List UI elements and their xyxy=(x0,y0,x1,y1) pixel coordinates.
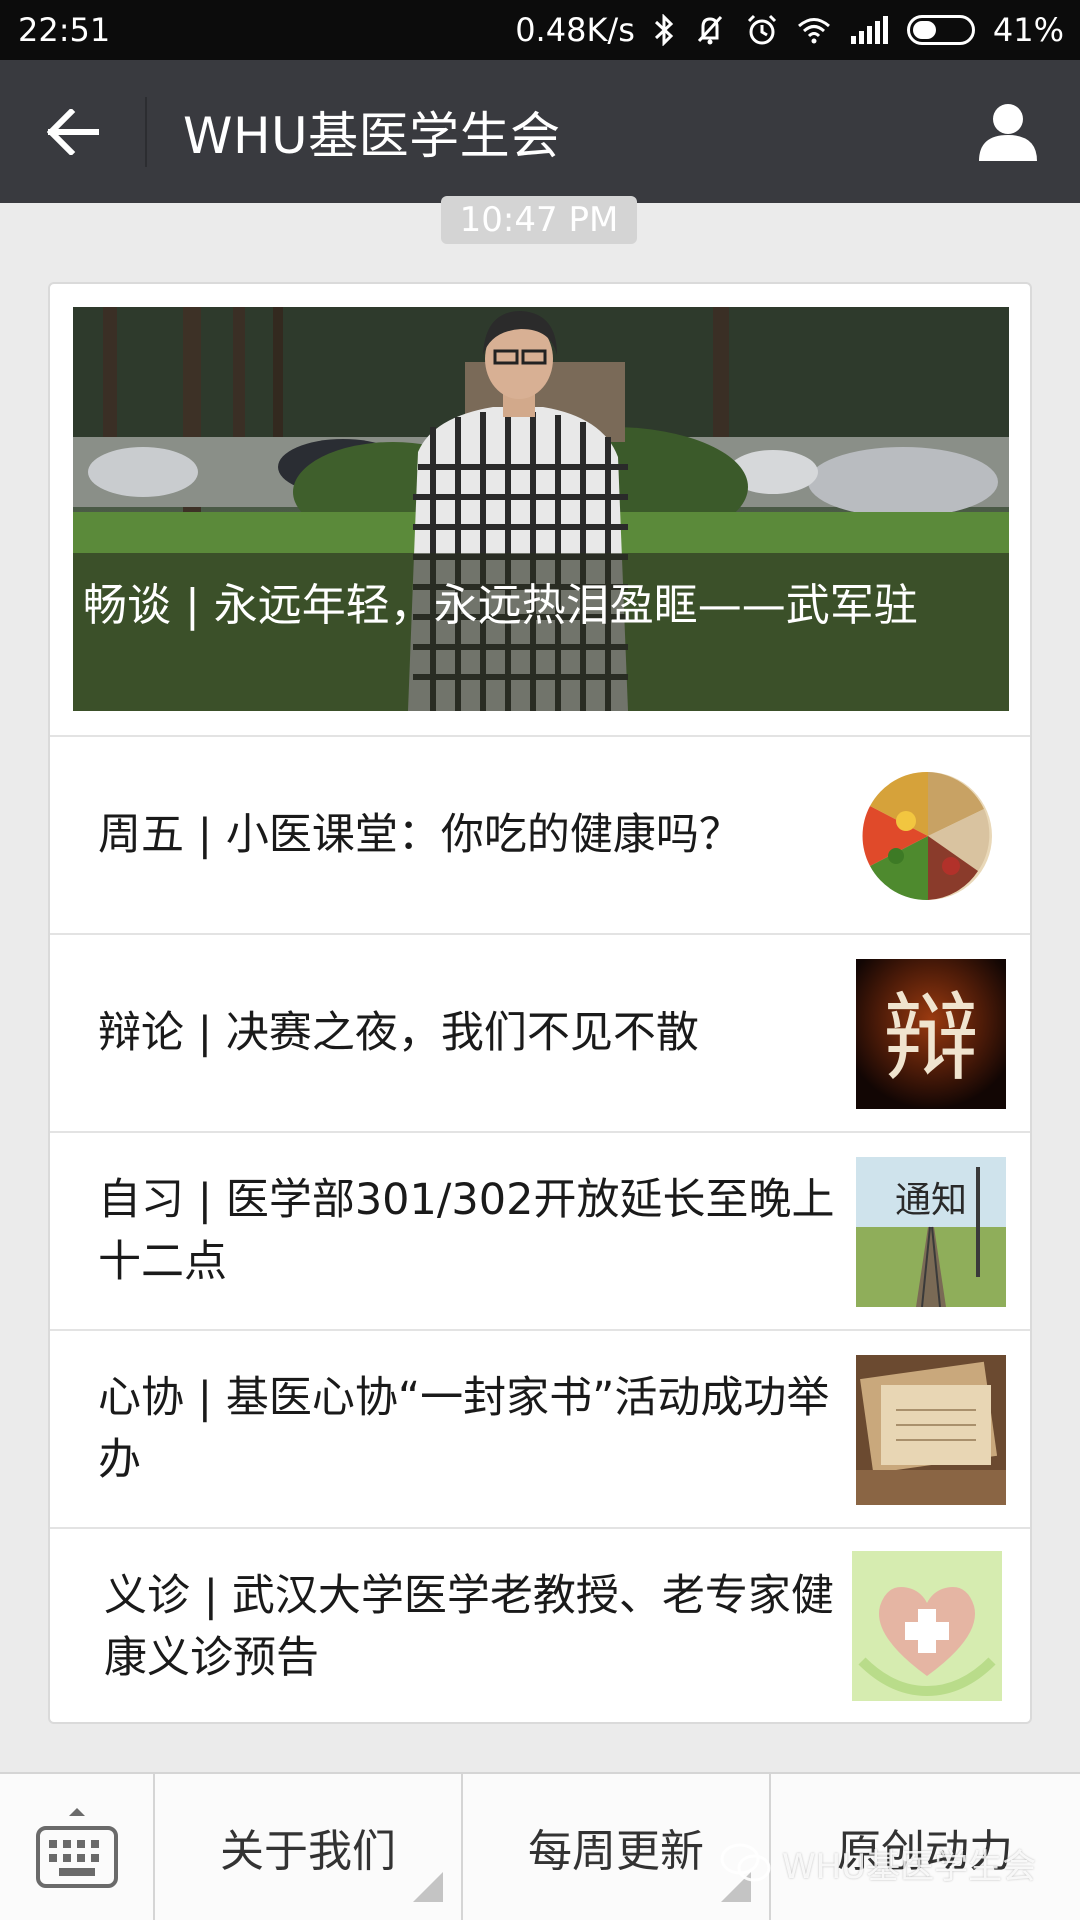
mute-icon xyxy=(693,13,727,47)
article-item[interactable]: 义诊 | 武汉大学医学老教授、老专家健康义诊预告 xyxy=(50,1527,1030,1722)
medical-heart-thumbnail xyxy=(852,1551,1002,1701)
bluetooth-icon xyxy=(653,14,675,46)
page-title: WHU基医学生会 xyxy=(183,106,561,165)
article-card: 畅谈 | 永远年轻，永远热泪盈眶——武军驻 周五 | 小医课堂：你吃的健康吗？ … xyxy=(48,282,1032,1724)
watermark: WHU基医学生会 xyxy=(720,1838,1036,1888)
wechat-icon xyxy=(720,1843,771,1882)
network-speed: 0.48K/s xyxy=(515,11,635,49)
header-divider xyxy=(145,96,147,167)
food-plate-thumbnail xyxy=(856,761,1006,911)
battery-percent: 41% xyxy=(992,11,1064,49)
status-bar: 22:51 0.48K/s 41% xyxy=(0,0,1080,60)
article-title: 心协 | 基医心协“一封家书”活动成功举办 xyxy=(98,1373,830,1485)
article-item[interactable]: 周五 | 小医课堂：你吃的健康吗？ xyxy=(50,735,1030,933)
menu-about-us[interactable]: 关于我们 xyxy=(155,1774,463,1920)
article-item[interactable]: 自习 | 医学部301/302开放延长至晚上十二点 通知 xyxy=(50,1131,1030,1329)
notice-railway-thumbnail: 通知 xyxy=(856,1157,1006,1307)
cover-title: 畅谈 | 永远年轻，永远热泪盈眶——武军驻 xyxy=(73,553,1009,711)
battery-icon xyxy=(906,15,975,45)
status-indicators: 0.48K/s 41% xyxy=(515,11,1064,49)
article-item[interactable]: 心协 | 基医心协“一封家书”活动成功举办 xyxy=(50,1329,1030,1527)
arrow-left-icon xyxy=(46,108,99,155)
back-button[interactable] xyxy=(0,60,145,203)
keyboard-icon xyxy=(35,1808,118,1888)
person-icon xyxy=(978,103,1037,161)
keyboard-toggle-button[interactable] xyxy=(0,1774,155,1920)
article-item[interactable]: 辩论 | 决赛之夜，我们不见不散 辩 xyxy=(50,933,1030,1131)
notice-text: 通知 xyxy=(895,1180,967,1221)
signal-icon xyxy=(849,16,889,44)
debate-char: 辩 xyxy=(883,982,979,1094)
article-title: 周五 | 小医课堂：你吃的健康吗？ xyxy=(98,810,742,860)
article-title: 义诊 | 武汉大学医学老教授、老专家健康义诊预告 xyxy=(104,1571,834,1683)
profile-button[interactable] xyxy=(935,60,1080,203)
watermark-text: WHU基医学生会 xyxy=(782,1846,1037,1887)
submenu-indicator-icon xyxy=(413,1872,443,1902)
message-timestamp: 10:47 PM xyxy=(441,196,637,244)
article-title: 自习 | 医学部301/302开放延长至晚上十二点 xyxy=(98,1175,835,1287)
letters-thumbnail xyxy=(856,1355,1006,1505)
menu-label: 关于我们 xyxy=(220,1826,396,1877)
status-time: 22:51 xyxy=(18,11,111,49)
alarm-icon xyxy=(745,13,779,47)
chat-header: WHU基医学生会 xyxy=(0,60,1080,203)
wifi-icon xyxy=(797,16,831,44)
cover-article[interactable]: 畅谈 | 永远年轻，永远热泪盈眶——武军驻 xyxy=(73,307,1009,711)
menu-label: 每周更新 xyxy=(528,1826,704,1877)
debate-calligraphy-thumbnail: 辩 xyxy=(856,959,1006,1109)
article-title: 辩论 | 决赛之夜，我们不见不散 xyxy=(98,1008,699,1058)
